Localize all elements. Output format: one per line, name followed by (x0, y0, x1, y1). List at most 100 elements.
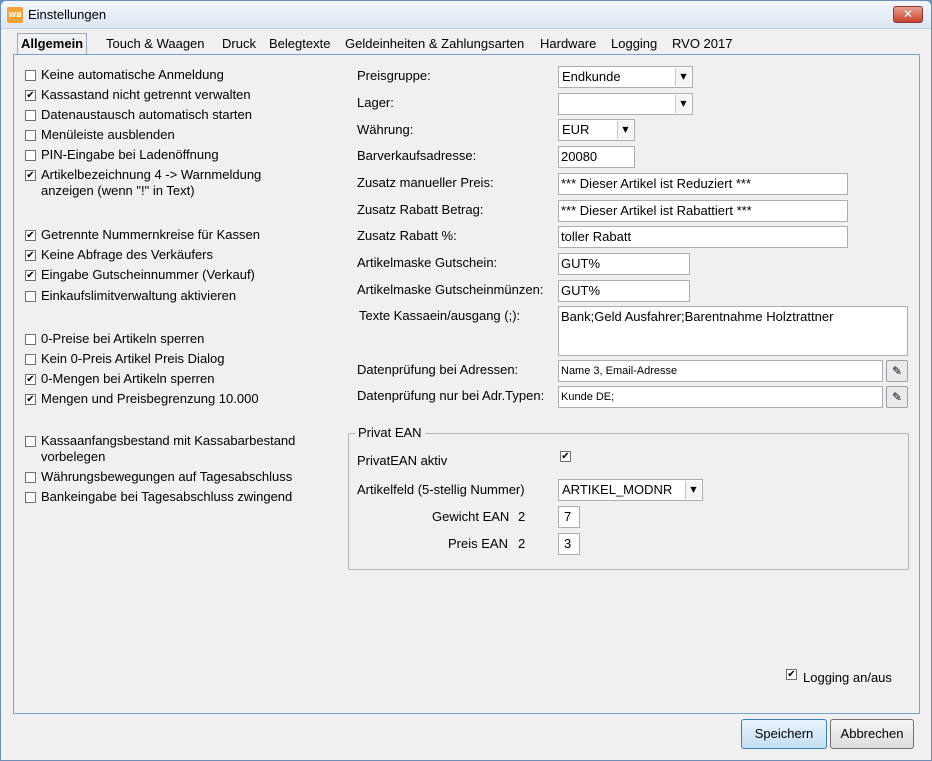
option-checkbox-row[interactable]: Bankeingabe bei Tagesabschluss zwingend (25, 489, 292, 505)
tab-touch-waagen[interactable]: Touch & Waagen (104, 34, 207, 54)
check-icon: ✔ (26, 90, 35, 101)
datenpruefung-adressen-input[interactable]: Name 3, Email-Adresse (558, 360, 883, 382)
option-checkbox[interactable] (25, 334, 36, 345)
check-icon: ✔ (561, 451, 570, 462)
folder-edit-icon[interactable]: ✎ (886, 360, 908, 382)
option-checkbox-row[interactable]: ✔ 0-Mengen bei Artikeln sperren (25, 371, 214, 387)
check-icon: ✔ (26, 374, 35, 385)
preis-ean-prefix: 2 (518, 536, 526, 551)
chevron-down-icon[interactable]: ▼ (675, 95, 691, 113)
preisgruppe-select[interactable]: Endkunde ▼ (558, 66, 693, 88)
check-icon: ✔ (26, 270, 35, 281)
tab-belegtexte[interactable]: Belegtexte (267, 34, 332, 54)
option-checkbox-row[interactable]: Menüleiste ausblenden (25, 127, 175, 143)
close-button[interactable]: ✕ (893, 6, 923, 23)
folder-edit-icon[interactable]: ✎ (886, 386, 908, 408)
logging-checkbox[interactable]: ✔ (786, 669, 797, 680)
gewicht-ean-label: Gewicht EAN (432, 509, 510, 524)
settings-window: WB Einstellungen ✕ Allgemein Touch & Waa… (0, 0, 932, 761)
option-checkbox[interactable] (25, 130, 36, 141)
option-label: Getrennte Nummernkreise für Kassen (41, 227, 260, 242)
option-checkbox[interactable] (25, 472, 36, 483)
option-checkbox[interactable]: ✔ (25, 270, 36, 281)
preis-ean-input[interactable]: 3 (558, 533, 580, 555)
zusatz-rabatt-prozent-label: Zusatz Rabatt %: (357, 228, 457, 243)
zusatz-rabatt-betrag-input[interactable]: *** Dieser Artikel ist Rabattiert *** (558, 200, 848, 222)
option-label: Artikelbezeichnung 4 -> Warnmeldung anze… (41, 167, 262, 198)
datenpruefung-adr-typen-input[interactable]: Kunde DE; (558, 386, 883, 408)
gewicht-ean-input[interactable]: 7 (558, 506, 580, 528)
option-checkbox-row[interactable]: 0-Preise bei Artikeln sperren (25, 331, 204, 347)
option-checkbox[interactable]: ✔ (25, 250, 36, 261)
option-checkbox-row[interactable]: Keine automatische Anmeldung (25, 67, 224, 83)
option-checkbox-row[interactable]: Datenaustausch automatisch starten (25, 107, 252, 123)
option-label: Kassaanfangsbestand mit Kassabarbestand … (41, 433, 296, 464)
option-checkbox-row[interactable]: Einkaufslimitverwaltung aktivieren (25, 288, 236, 304)
artikelmaske-gutscheinmuenzen-input[interactable]: GUT% (558, 280, 690, 302)
option-checkbox-row[interactable]: ✔ Getrennte Nummernkreise für Kassen (25, 227, 260, 243)
gewicht-ean-prefix: 2 (518, 509, 526, 524)
option-label: Kein 0-Preis Artikel Preis Dialog (41, 351, 225, 366)
waehrung-value: EUR (562, 122, 590, 137)
option-checkbox[interactable]: ✔ (25, 394, 36, 405)
option-checkbox-row[interactable]: ✔ Kassastand nicht getrennt verwalten (25, 87, 251, 103)
option-checkbox[interactable]: ✔ (25, 230, 36, 241)
option-checkbox[interactable] (25, 70, 36, 81)
artikelfeld-select[interactable]: ARTIKEL_MODNR ▼ (558, 479, 703, 501)
option-checkbox[interactable]: ✔ (25, 170, 36, 181)
option-checkbox[interactable] (25, 436, 36, 447)
option-checkbox-row[interactable]: ✔ Eingabe Gutscheinnummer (Verkauf) (25, 267, 255, 283)
option-checkbox[interactable] (25, 354, 36, 365)
option-checkbox-row[interactable]: PIN-Eingabe bei Ladenöffnung (25, 147, 219, 163)
datenpruefung-adr-typen-label: Datenprüfung nur bei Adr.Typen: (357, 388, 545, 403)
cancel-button[interactable]: Abbrechen (830, 719, 914, 749)
texte-kassaein-textarea[interactable]: Bank;Geld Ausfahrer;Barentnahme Holztrat… (558, 306, 908, 356)
zusatz-manueller-preis-label: Zusatz manueller Preis: (357, 175, 494, 190)
check-icon: ✔ (26, 250, 35, 261)
option-checkbox[interactable] (25, 110, 36, 121)
option-checkbox-row[interactable]: Währungsbewegungen auf Tagesabschluss (25, 469, 292, 485)
option-label: Keine Abfrage des Verkäufers (41, 247, 214, 262)
option-checkbox-row[interactable]: ✔ Keine Abfrage des Verkäufers (25, 247, 213, 263)
zusatz-manueller-preis-input[interactable]: *** Dieser Artikel ist Reduziert *** (558, 173, 848, 195)
tab-hardware[interactable]: Hardware (538, 34, 598, 54)
option-checkbox-row[interactable]: Kassaanfangsbestand mit Kassabarbestand … (25, 433, 295, 465)
option-checkbox-row[interactable]: ✔ Mengen und Preisbegrenzung 10.000 (25, 391, 259, 407)
tab-geldeinheiten[interactable]: Geldeinheiten & Zahlungsarten (343, 34, 526, 54)
barverkaufsadresse-input[interactable]: 20080 (558, 146, 635, 168)
waehrung-label: Währung: (357, 122, 414, 137)
option-label: Währungsbewegungen auf Tagesabschluss (41, 469, 293, 484)
zusatz-rabatt-prozent-input[interactable]: toller Rabatt (558, 226, 848, 248)
tab-druck[interactable]: Druck (220, 34, 258, 54)
chevron-down-icon[interactable]: ▼ (675, 68, 691, 86)
chevron-down-icon[interactable]: ▼ (685, 481, 701, 499)
option-checkbox[interactable] (25, 291, 36, 302)
chevron-down-icon[interactable]: ▼ (617, 121, 633, 139)
option-label: Keine automatische Anmeldung (41, 67, 224, 82)
title-bar[interactable]: WB Einstellungen ✕ (1, 1, 931, 29)
tab-rvo-2017[interactable]: RVO 2017 (670, 34, 734, 54)
option-label: Kassastand nicht getrennt verwalten (41, 87, 251, 102)
waehrung-select[interactable]: EUR ▼ (558, 119, 635, 141)
option-label: 0-Preise bei Artikeln sperren (41, 331, 205, 346)
logging-label: Logging an/aus (803, 670, 892, 685)
lager-select[interactable]: ▼ (558, 93, 693, 115)
option-checkbox-row[interactable]: Kein 0-Preis Artikel Preis Dialog (25, 351, 225, 367)
option-checkbox-row[interactable]: ✔ Artikelbezeichnung 4 -> Warnmeldung anz… (25, 167, 261, 199)
option-checkbox[interactable]: ✔ (25, 90, 36, 101)
save-button[interactable]: Speichern (741, 719, 827, 749)
option-label: Mengen und Preisbegrenzung 10.000 (41, 391, 259, 406)
preisgruppe-value: Endkunde (562, 69, 621, 84)
privat-ean-title: Privat EAN (355, 425, 425, 440)
check-icon: ✔ (26, 170, 35, 181)
option-label: Eingabe Gutscheinnummer (Verkauf) (41, 267, 255, 282)
artikelmaske-gutschein-input[interactable]: GUT% (558, 253, 690, 275)
option-checkbox[interactable] (25, 150, 36, 161)
tab-allgemein[interactable]: Allgemein (17, 33, 88, 55)
option-checkbox[interactable]: ✔ (25, 374, 36, 385)
option-label: Menüleiste ausblenden (41, 127, 175, 142)
option-label: Datenaustausch automatisch starten (41, 107, 253, 122)
privat-ean-aktiv-checkbox[interactable]: ✔ (560, 451, 571, 462)
option-checkbox[interactable] (25, 492, 36, 503)
tab-logging[interactable]: Logging (609, 34, 659, 54)
